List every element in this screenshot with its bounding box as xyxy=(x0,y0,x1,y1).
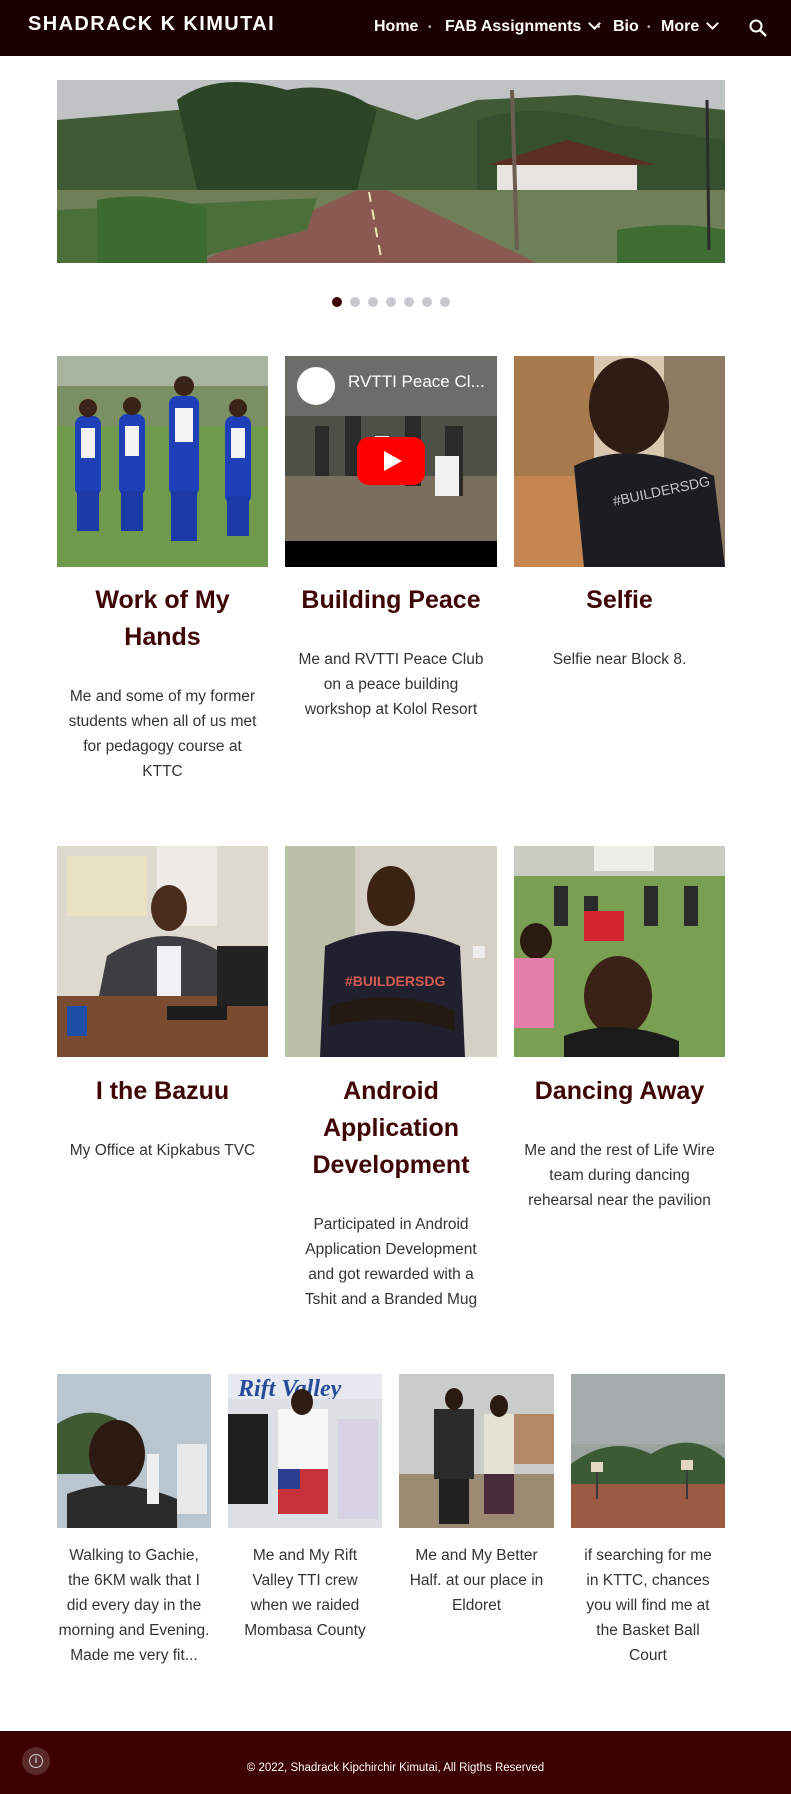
nav-bio[interactable]: Bio xyxy=(613,18,639,36)
photo-walking-to-gachie[interactable] xyxy=(57,1374,211,1528)
carousel-dot-2[interactable] xyxy=(350,297,360,307)
photo-work-of-my-hands[interactable] xyxy=(57,356,268,567)
carousel-dot-6[interactable] xyxy=(422,297,432,307)
card-desc-dancing-away: Me and the rest of Life Wire team during… xyxy=(524,1142,715,1209)
nav-separator: • xyxy=(597,22,601,33)
card-title-android-development: Android Application Development xyxy=(312,1077,470,1179)
photo-i-the-bazuu[interactable] xyxy=(57,846,268,1057)
site-title[interactable]: SHADRACK K KIMUTAI xyxy=(28,13,275,36)
info-icon: i xyxy=(29,1754,43,1768)
shirt-text: #BUILDERSDG xyxy=(345,973,445,989)
card-desc-android-development: Participated in Android Application Deve… xyxy=(304,1216,478,1308)
play-icon[interactable] xyxy=(357,437,425,485)
search-icon[interactable] xyxy=(748,18,768,38)
carousel-dot-4[interactable] xyxy=(386,297,396,307)
card-title-building-peace: Building Peace xyxy=(301,586,481,614)
site-info-button[interactable]: i xyxy=(22,1747,50,1775)
card-title-work-of-my-hands: Work of My Hands xyxy=(95,586,230,651)
nav-home[interactable]: Home xyxy=(374,18,418,36)
hero-carousel-image[interactable] xyxy=(57,80,725,263)
nav-fab-assignments[interactable]: FAB Assignments xyxy=(445,17,602,36)
carousel-dot-3[interactable] xyxy=(368,297,378,307)
card-desc-walking-to-gachie: Walking to Gachie, the 6KM walk that I d… xyxy=(58,1547,210,1664)
carousel-dot-7[interactable] xyxy=(440,297,450,307)
nav-more-label: More xyxy=(661,18,700,35)
channel-avatar[interactable] xyxy=(297,367,335,405)
card-desc-basketball-court: if searching for me in KTTC, chances you… xyxy=(584,1547,712,1664)
carousel-dot-5[interactable] xyxy=(404,297,414,307)
nav-separator: • xyxy=(647,22,651,33)
banner-text: Rift Valley xyxy=(237,1376,342,1402)
photo-better-half[interactable] xyxy=(399,1374,554,1528)
card-desc-rift-valley-crew: Me and My Rift Valley TTI crew when we r… xyxy=(244,1547,366,1639)
card-desc-work-of-my-hands: Me and some of my former students when a… xyxy=(68,688,257,780)
photo-rift-valley-crew[interactable]: Rift Valley xyxy=(228,1374,382,1528)
card-desc-i-the-bazuu: My Office at Kipkabus TVC xyxy=(69,1142,256,1159)
nav-separator: • xyxy=(428,22,432,33)
photo-selfie[interactable]: #BUILDERSDG xyxy=(514,356,725,567)
card-desc-better-half: Me and My Better Half. at our place in E… xyxy=(409,1547,544,1614)
carousel-dot-1[interactable] xyxy=(332,297,342,307)
card-desc-building-peace: Me and RVTTI Peace Club on a peace build… xyxy=(298,651,484,718)
photo-basketball-court[interactable] xyxy=(571,1374,725,1528)
video-building-peace[interactable]: RVTTI Peace Cl... xyxy=(285,356,497,567)
chevron-down-icon xyxy=(706,17,720,30)
card-desc-selfie: Selfie near Block 8. xyxy=(552,651,687,668)
nav-more[interactable]: More xyxy=(661,17,720,36)
card-title-dancing-away: Dancing Away xyxy=(534,1077,705,1105)
video-title[interactable]: RVTTI Peace Cl... xyxy=(348,372,485,392)
photo-android-development[interactable]: #BUILDERSDG xyxy=(285,846,497,1057)
footer-copyright: © 2022, Shadrack Kipchirchir Kimutai, Al… xyxy=(246,1762,545,1774)
photo-dancing-away[interactable] xyxy=(514,846,725,1057)
card-title-selfie: Selfie xyxy=(586,586,653,614)
top-bar: SHADRACK K KIMUTAI Home • FAB Assignment… xyxy=(0,0,791,56)
nav-fab-assignments-label: FAB Assignments xyxy=(445,18,582,35)
card-title-i-the-bazuu: I the Bazuu xyxy=(95,1077,230,1105)
